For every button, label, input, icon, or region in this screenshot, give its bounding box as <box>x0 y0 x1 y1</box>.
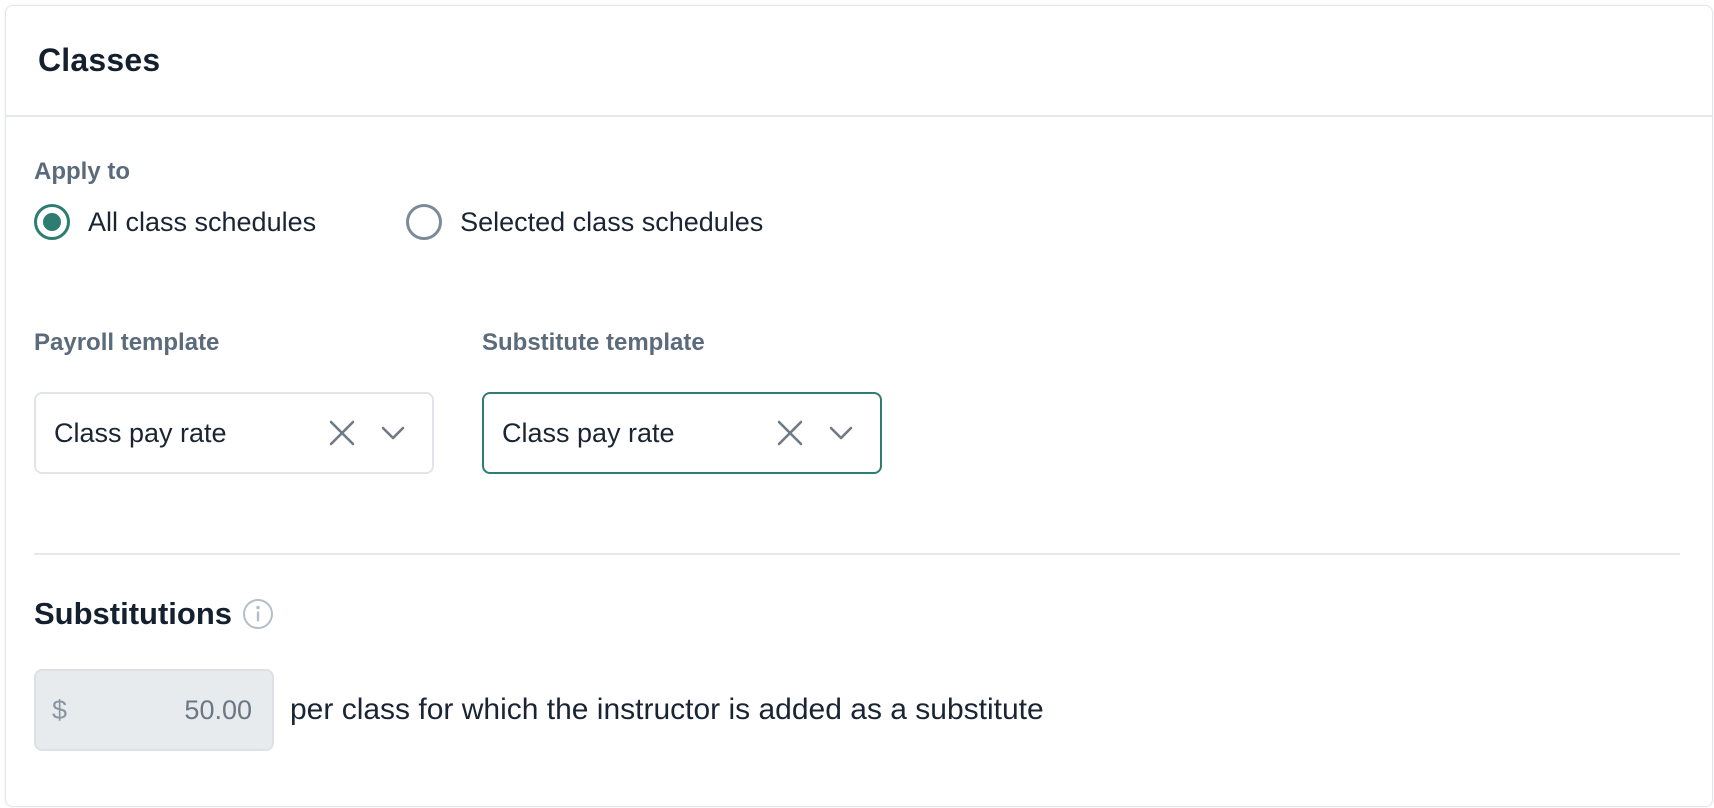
close-icon[interactable] <box>774 417 806 449</box>
radio-selected-class-schedules[interactable]: Selected class schedules <box>406 204 763 240</box>
substitute-template-value: Class pay rate <box>502 417 675 448</box>
card-title: Classes <box>38 42 161 78</box>
radio-button-unselected[interactable] <box>406 204 443 240</box>
substitution-amount-input[interactable]: $ 50.00 <box>34 669 274 751</box>
radio-button-selected[interactable] <box>34 204 70 240</box>
currency-symbol: $ <box>52 694 68 725</box>
substitute-template-select[interactable]: Class pay rate <box>482 392 882 474</box>
section-divider <box>34 553 1680 555</box>
apply-to-label: Apply to <box>34 158 130 185</box>
substitutions-heading: Substitutions <box>34 596 274 632</box>
radio-label-selected-class-schedules: Selected class schedules <box>460 206 764 237</box>
amount-value: 50.00 <box>184 694 252 725</box>
radio-all-class-schedules[interactable]: All class schedules <box>34 204 316 240</box>
radio-dot <box>43 213 61 231</box>
apply-to-radio-group: All class schedules Selected class sched… <box>34 204 763 240</box>
payroll-template-select[interactable]: Class pay rate <box>34 392 434 474</box>
substitutions-title: Substitutions <box>34 596 233 631</box>
radio-label-all-class-schedules: All class schedules <box>88 206 317 237</box>
chevron-down-icon[interactable] <box>378 418 408 448</box>
payroll-template-value: Class pay rate <box>54 417 227 448</box>
chevron-down-icon[interactable] <box>826 418 856 448</box>
substitution-amount-row: $ 50.00 per class for which the instruct… <box>34 669 1044 751</box>
classes-card: Classes Apply to All class schedules Sel… <box>5 5 1713 807</box>
amount-description: per class for which the instructor is ad… <box>290 693 1044 726</box>
info-icon[interactable] <box>242 598 274 630</box>
card-header: Classes <box>6 6 1712 117</box>
payroll-template-label: Payroll template <box>34 329 220 356</box>
close-icon[interactable] <box>326 417 358 449</box>
substitute-template-label: Substitute template <box>482 329 705 356</box>
